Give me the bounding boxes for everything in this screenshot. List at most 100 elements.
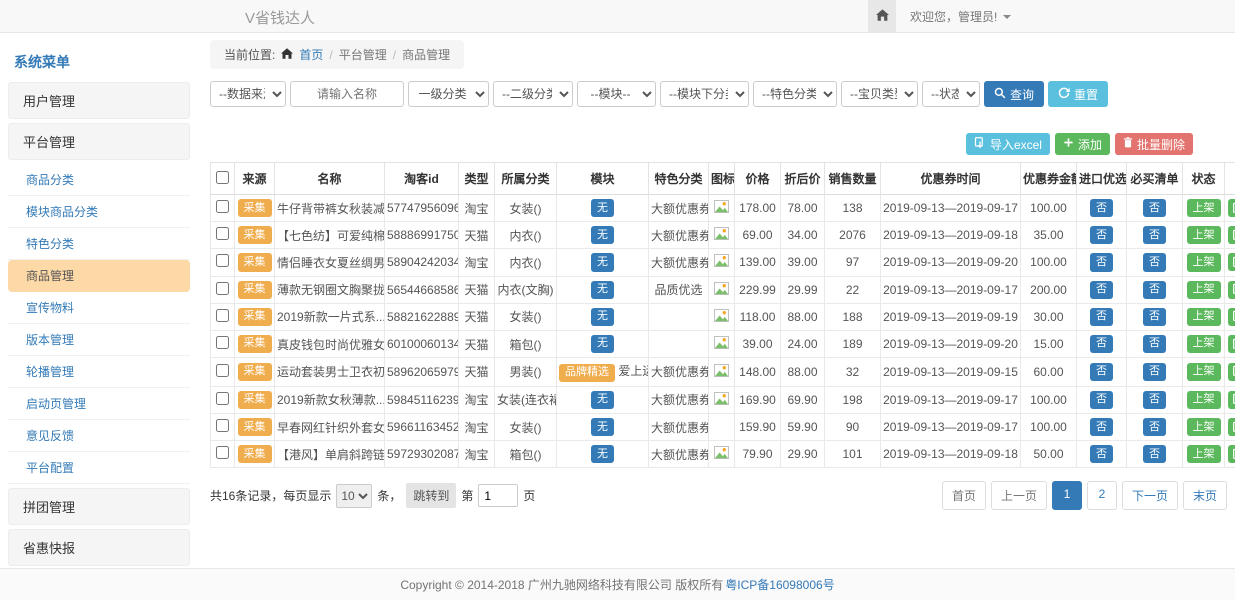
row-checkbox[interactable] [216, 200, 229, 213]
row-checkbox[interactable] [216, 227, 229, 240]
toggle-badge-import_select[interactable]: 否 [1090, 308, 1113, 326]
breadcrumb-separator: / [393, 48, 396, 62]
edit-button[interactable] [1228, 226, 1235, 244]
edit-button[interactable] [1228, 418, 1235, 436]
row-checkbox[interactable] [216, 309, 229, 322]
row-checkbox[interactable] [216, 282, 229, 295]
toggle-badge-must_buy[interactable]: 否 [1143, 226, 1166, 244]
sidebar-subitem-轮播管理[interactable]: 轮播管理 [8, 356, 190, 388]
status-badge[interactable]: 上架 [1187, 253, 1221, 271]
breadcrumb-home-link[interactable]: 首页 [299, 46, 323, 63]
edit-button[interactable] [1228, 308, 1235, 326]
status-badge[interactable]: 上架 [1187, 335, 1221, 353]
status-badge[interactable]: 上架 [1187, 418, 1221, 436]
toggle-badge-must_buy[interactable]: 否 [1143, 445, 1166, 463]
page-button-末页[interactable]: 末页 [1183, 481, 1227, 510]
filter-select[interactable]: --二级分类-- [493, 81, 573, 107]
toggle-badge-import_select[interactable]: 否 [1090, 253, 1113, 271]
sidebar-item-省惠快报[interactable]: 省惠快报 [8, 529, 190, 566]
edit-button[interactable] [1228, 445, 1235, 463]
status-badge[interactable]: 上架 [1187, 226, 1221, 244]
cell-status: 上架 [1183, 195, 1225, 222]
row-checkbox[interactable] [216, 392, 229, 405]
row-checkbox[interactable] [216, 336, 229, 349]
action-plus[interactable]: 添加 [1055, 133, 1110, 155]
status-badge[interactable]: 上架 [1187, 445, 1221, 463]
sidebar-item-用户管理[interactable]: 用户管理 [8, 82, 190, 119]
page-button-首页[interactable]: 首页 [942, 481, 986, 510]
toggle-badge-import_select[interactable]: 否 [1090, 335, 1113, 353]
row-checkbox[interactable] [216, 446, 229, 459]
icp-link[interactable]: 粤ICP备16098006号 [725, 576, 834, 593]
edit-button[interactable] [1228, 335, 1235, 353]
select-all-checkbox[interactable] [216, 171, 229, 184]
status-badge[interactable]: 上架 [1187, 281, 1221, 299]
toggle-badge-must_buy[interactable]: 否 [1143, 391, 1166, 409]
edit-button[interactable] [1228, 199, 1235, 217]
page-button-2[interactable]: 2 [1087, 481, 1117, 510]
source-badge: 采集 [238, 226, 272, 244]
filter-select[interactable]: 一级分类 [408, 81, 489, 107]
toggle-badge-import_select[interactable]: 否 [1090, 445, 1113, 463]
toggle-badge-must_buy[interactable]: 否 [1143, 253, 1166, 271]
sidebar-item-拼团管理[interactable]: 拼团管理 [8, 488, 190, 525]
filter-select[interactable]: --宝贝类型-- [841, 81, 918, 107]
edit-button[interactable] [1228, 281, 1235, 299]
filter-select[interactable]: --特色分类-- [753, 81, 837, 107]
status-badge[interactable]: 上架 [1187, 391, 1221, 409]
toggle-badge-must_buy[interactable]: 否 [1143, 199, 1166, 217]
per-page-select[interactable]: 10 [336, 484, 372, 508]
status-badge[interactable]: 上架 [1187, 308, 1221, 326]
toggle-badge-must_buy[interactable]: 否 [1143, 281, 1166, 299]
page-button-下一页[interactable]: 下一页 [1122, 481, 1178, 510]
status-badge[interactable]: 上架 [1187, 199, 1221, 217]
cell-import_select: 否 [1077, 303, 1127, 330]
sidebar-subitem-商品分类[interactable]: 商品分类 [8, 164, 190, 196]
edit-button[interactable] [1228, 363, 1235, 381]
action-trash[interactable]: 批量删除 [1115, 133, 1193, 155]
filter-select[interactable]: --模块下分类-- [660, 81, 749, 107]
row-checkbox[interactable] [216, 254, 229, 267]
sidebar-subitem-平台配置[interactable]: 平台配置 [8, 452, 190, 484]
toggle-badge-must_buy[interactable]: 否 [1143, 363, 1166, 381]
user-dropdown[interactable]: 欢迎您，管理员! [896, 8, 1025, 25]
sidebar-item-平台管理[interactable]: 平台管理 [8, 123, 190, 160]
sidebar-subitem-启动页管理[interactable]: 启动页管理 [8, 388, 190, 420]
row-checkbox[interactable] [216, 419, 229, 432]
page-button-上一页[interactable]: 上一页 [991, 481, 1047, 510]
home-button[interactable] [868, 0, 896, 33]
toggle-badge-import_select[interactable]: 否 [1090, 226, 1113, 244]
toggle-badge-import_select[interactable]: 否 [1090, 418, 1113, 436]
sidebar-subitem-宣传物料[interactable]: 宣传物料 [8, 292, 190, 324]
page-button-1[interactable]: 1 [1052, 481, 1082, 510]
sidebar-subitem-模块商品分类[interactable]: 模块商品分类 [8, 196, 190, 228]
toggle-badge-import_select[interactable]: 否 [1090, 199, 1113, 217]
row-checkbox[interactable] [216, 364, 229, 377]
filter-select[interactable]: --数据来源-- [210, 81, 286, 107]
action-import-excel[interactable]: 导入excel [966, 133, 1050, 155]
name-search-input[interactable] [290, 81, 404, 107]
sidebar-subitem-意见反馈[interactable]: 意见反馈 [8, 420, 190, 452]
toggle-badge-must_buy[interactable]: 否 [1143, 418, 1166, 436]
jump-button[interactable]: 跳转到 [406, 483, 456, 508]
status-badge[interactable]: 上架 [1187, 363, 1221, 381]
edit-button[interactable] [1228, 391, 1235, 409]
toggle-badge-import_select[interactable]: 否 [1090, 391, 1113, 409]
reset-button[interactable]: 重置 [1048, 81, 1108, 107]
cell-discount_price: 88.00 [781, 303, 825, 330]
sidebar-subitem-版本管理[interactable]: 版本管理 [8, 324, 190, 356]
toggle-badge-import_select[interactable]: 否 [1090, 363, 1113, 381]
toggle-badge-import_select[interactable]: 否 [1090, 281, 1113, 299]
module-badge: 无 [591, 281, 614, 299]
search-button[interactable]: 查询 [984, 81, 1044, 107]
filter-select[interactable]: --状态-- [922, 81, 980, 107]
jump-page-input[interactable] [478, 484, 518, 507]
cell-module: 无 [557, 222, 649, 249]
sidebar-subitem-商品管理[interactable]: 商品管理 [8, 260, 190, 292]
edit-button[interactable] [1228, 253, 1235, 271]
sidebar-subitem-特色分类[interactable]: 特色分类 [8, 228, 190, 260]
toggle-badge-must_buy[interactable]: 否 [1143, 335, 1166, 353]
table-row: 采集【七色纺】可爱纯棉家...588869917501天猫内衣()无大额优惠券6… [211, 222, 1235, 249]
filter-select[interactable]: --模块-- [577, 81, 656, 107]
toggle-badge-must_buy[interactable]: 否 [1143, 308, 1166, 326]
